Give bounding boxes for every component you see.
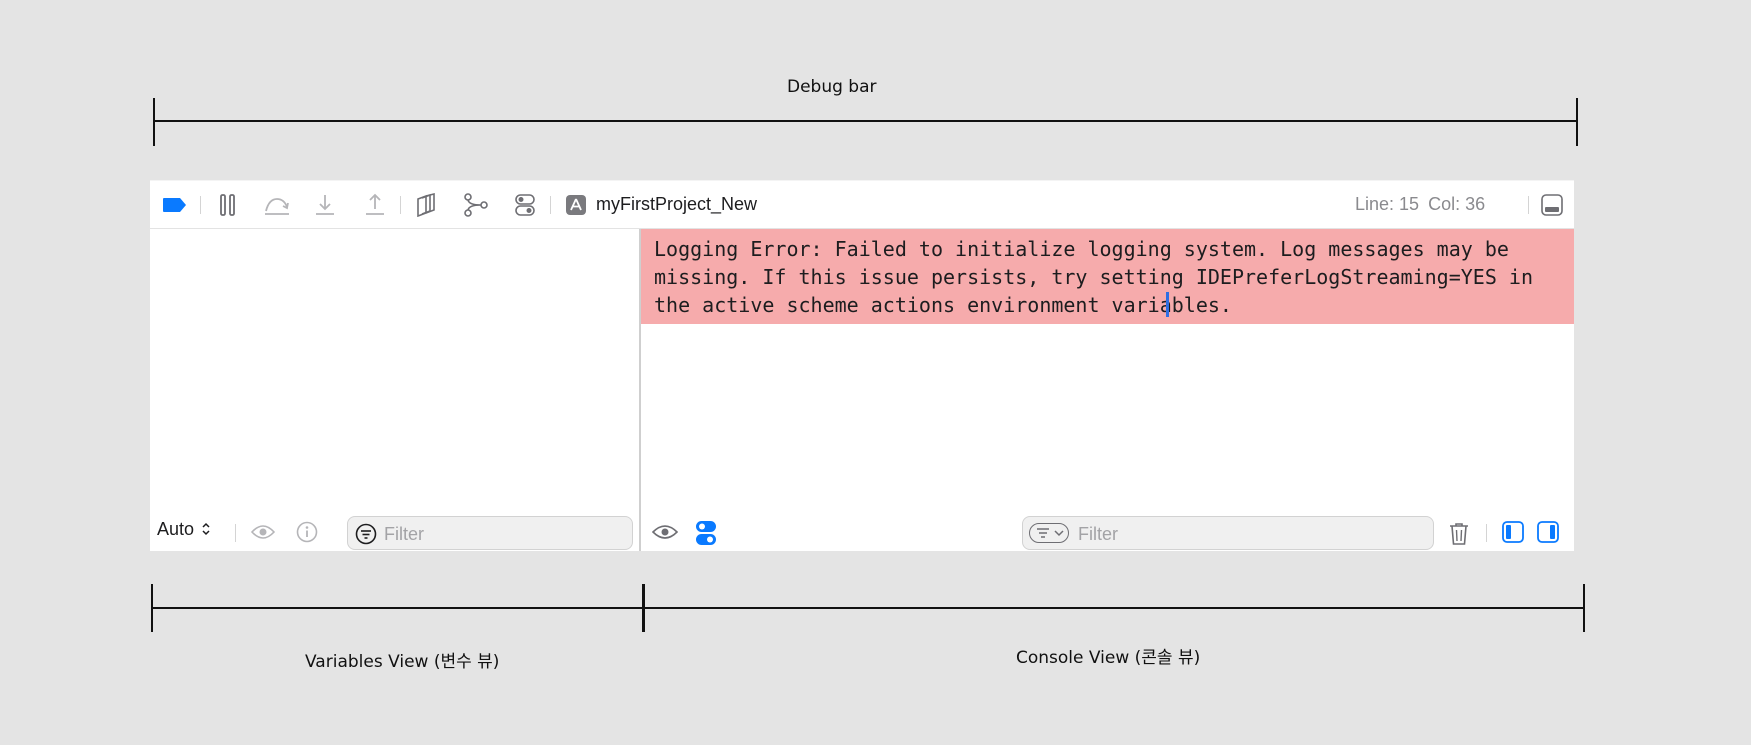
- scope-select-value: Auto: [157, 519, 195, 539]
- console-view: Logging Error: Failed to initialize logg…: [641, 229, 1574, 551]
- view-hierarchy-icon[interactable]: [415, 193, 437, 217]
- chevron-down-icon: [1054, 530, 1064, 537]
- hide-debug-area-icon[interactable]: [1541, 194, 1563, 216]
- scope-select[interactable]: Auto: [157, 519, 211, 540]
- step-out-icon[interactable]: [364, 193, 386, 217]
- step-over-icon[interactable]: [263, 194, 291, 216]
- variables-view-bracket: [151, 584, 645, 632]
- breakpoint-toggle-icon[interactable]: [162, 197, 188, 213]
- line-col-indicator: Line: 15 Col: 36: [1355, 194, 1489, 215]
- console-filter-box: [1022, 516, 1434, 550]
- process-name: myFirstProject_New: [596, 194, 758, 214]
- line-number: Line: 15: [1355, 194, 1420, 214]
- filter-lines-icon: [1037, 528, 1049, 538]
- app-icon: [566, 195, 586, 215]
- debug-bar-annotation-label: Debug bar: [787, 77, 877, 97]
- step-into-icon[interactable]: [314, 193, 336, 217]
- environment-overrides-icon[interactable]: [514, 193, 536, 217]
- text-cursor: [1166, 292, 1169, 317]
- variables-filter-input[interactable]: [382, 521, 626, 547]
- debug-area-window: myFirstProject_New Line: 15 Col: 36 Auto: [150, 180, 1574, 551]
- memory-graph-icon[interactable]: [463, 193, 489, 217]
- toggle-options-icon[interactable]: [696, 521, 716, 545]
- console-filter-input[interactable]: [1076, 521, 1425, 547]
- eye-icon[interactable]: [652, 523, 678, 541]
- console-view-annotation-label: Console View (콘솔 뷰): [1016, 648, 1201, 668]
- show-variables-view-icon[interactable]: [1502, 521, 1524, 543]
- eye-icon[interactable]: [251, 523, 275, 541]
- pause-icon[interactable]: [218, 194, 238, 216]
- variables-view: Auto: [150, 229, 641, 551]
- log-error-row[interactable]: Logging Error: Failed to initialize logg…: [641, 229, 1574, 324]
- filter-icon: [355, 523, 377, 545]
- console-view-bracket: [642, 584, 1585, 632]
- log-error-message: Logging Error: Failed to initialize logg…: [654, 237, 1546, 317]
- debug-bar-bracket: [153, 98, 1578, 146]
- info-icon[interactable]: [296, 521, 318, 543]
- chevron-up-down-icon: [202, 522, 210, 536]
- debug-bar: myFirstProject_New Line: 15 Col: 36: [150, 181, 1574, 229]
- console-bottom-bar: [641, 515, 1574, 551]
- variables-view-annotation-label: Variables View (변수 뷰): [305, 652, 500, 672]
- column-number: Col: 36: [1428, 194, 1486, 214]
- variables-bottom-bar: Auto: [150, 515, 639, 551]
- trash-icon[interactable]: [1449, 522, 1469, 546]
- filter-menu-button[interactable]: [1029, 523, 1069, 543]
- show-console-view-icon[interactable]: [1537, 521, 1559, 543]
- variables-filter-box: [347, 516, 633, 550]
